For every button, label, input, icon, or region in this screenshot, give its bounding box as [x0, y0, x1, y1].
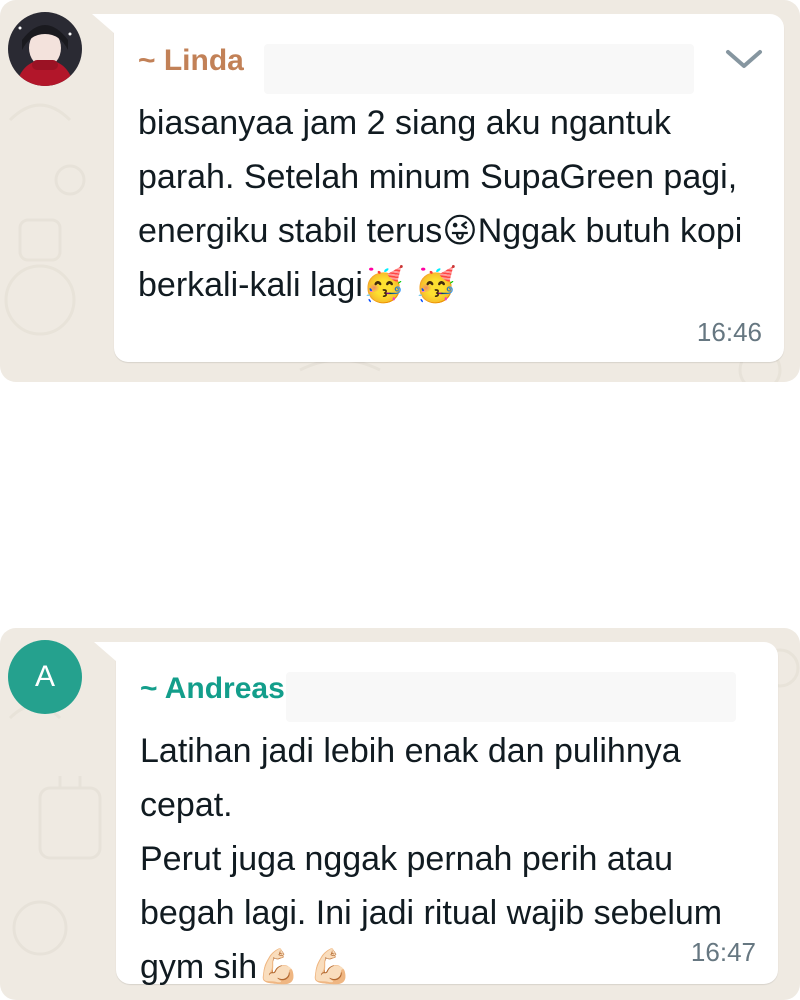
winking-tongue-emoji-icon: 😜	[442, 212, 478, 250]
sender-name[interactable]: ~ Linda	[138, 44, 244, 78]
flexed-biceps-emoji-icon: 💪🏻	[308, 948, 352, 986]
message-text: biasanyaa jam 2 siang aku ngantuk parah.…	[138, 96, 764, 312]
message-line: Latihan jadi lebih enak dan pulihnya cep…	[140, 732, 681, 824]
bubble-tail	[92, 14, 122, 40]
chat-panel-linda: ~ Linda biasanyaa jam 2 siang aku ngantu…	[0, 0, 800, 382]
sender-name[interactable]: ~ Andreas	[140, 672, 285, 706]
message-text: Latihan jadi lebih enak dan pulihnya cep…	[140, 724, 758, 994]
chevron-down-icon[interactable]	[724, 44, 764, 74]
avatar-andreas[interactable]: A	[8, 640, 82, 714]
avatar-initial: A	[34, 660, 55, 693]
avatar-linda[interactable]	[8, 12, 82, 86]
chat-panel-andreas: A ~ Andreas Latihan jadi lebih enak dan …	[0, 628, 800, 1000]
sender-name-blur	[264, 44, 694, 94]
sender-name-blur	[286, 672, 736, 722]
message-line: Perut juga nggak pernah perih atau begah…	[140, 840, 723, 986]
party-face-emoji-icon: 🥳	[414, 266, 458, 304]
message-timestamp: 16:47	[690, 937, 756, 967]
message-bubble-andreas[interactable]: ~ Andreas Latihan jadi lebih enak dan pu…	[94, 642, 778, 986]
party-face-emoji-icon: 🥳	[362, 266, 406, 304]
message-bubble-linda[interactable]: ~ Linda biasanyaa jam 2 siang aku ngantu…	[92, 14, 784, 362]
message-timestamp: 16:46	[696, 317, 762, 347]
flexed-biceps-emoji-icon: 💪🏻	[257, 948, 300, 986]
bubble-tail	[94, 642, 124, 668]
avatar-photo	[8, 12, 82, 86]
